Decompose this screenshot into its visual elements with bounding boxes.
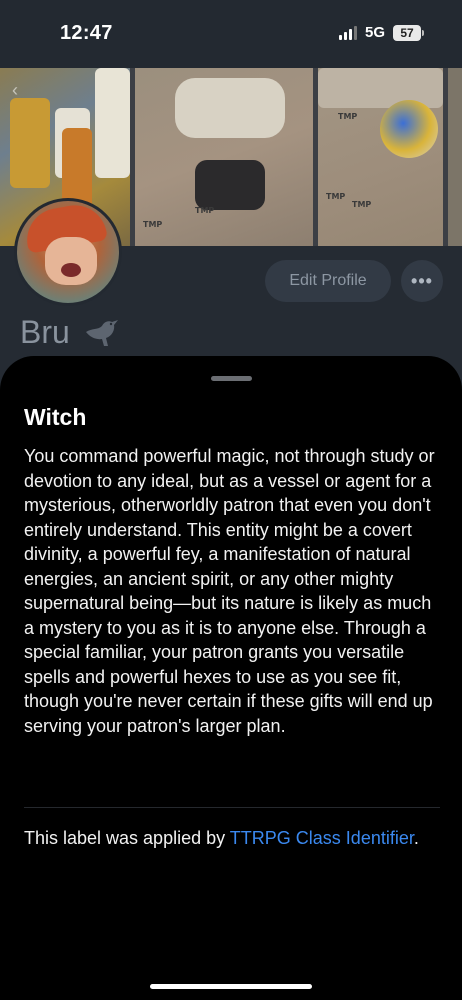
profile-display-name-row: Bru [20, 314, 120, 351]
battery-icon: 57 [393, 24, 424, 41]
banner-panel [448, 68, 462, 246]
banner-tmp-text: TMP [326, 192, 346, 201]
signal-icon [338, 25, 357, 40]
banner-tmp-text: TMP [352, 200, 372, 209]
more-options-button[interactable]: ••• [401, 260, 443, 302]
banner-tmp-text: TMP [143, 220, 163, 229]
avatar[interactable] [14, 198, 122, 306]
label-details-sheet: Witch You command powerful magic, not th… [0, 356, 462, 1000]
status-icons: 5G 57 [338, 24, 424, 41]
home-indicator[interactable] [150, 984, 312, 989]
battery-level: 57 [393, 24, 421, 41]
label-attribution: This label was applied by TTRPG Class Id… [24, 826, 440, 851]
chevron-left-icon[interactable]: ‹ [12, 80, 18, 101]
attribution-suffix: . [413, 828, 419, 848]
label-title: Witch [24, 404, 87, 430]
sheet-grabber[interactable] [211, 376, 252, 381]
banner-tmp-text: TMP [338, 112, 358, 121]
edit-profile-button[interactable]: Edit Profile [265, 260, 391, 302]
profile-display-name: Bru [20, 314, 70, 350]
bird-icon [84, 318, 120, 348]
network-type: 5G [364, 24, 385, 41]
divider [24, 807, 440, 808]
labeler-link[interactable]: TTRPG Class Identifier [230, 828, 414, 848]
banner-panel: TMP TMP [135, 68, 313, 246]
status-time: 12:47 [60, 22, 113, 44]
banner-tmp-text: TMP [195, 206, 215, 215]
label-description: You command powerful magic, not through … [24, 446, 435, 736]
attribution-prefix: This label was applied by [24, 828, 230, 848]
status-bar: 12:47 5G 57 [0, 0, 462, 68]
banner-panel: TMP TMP TMP [318, 68, 443, 246]
